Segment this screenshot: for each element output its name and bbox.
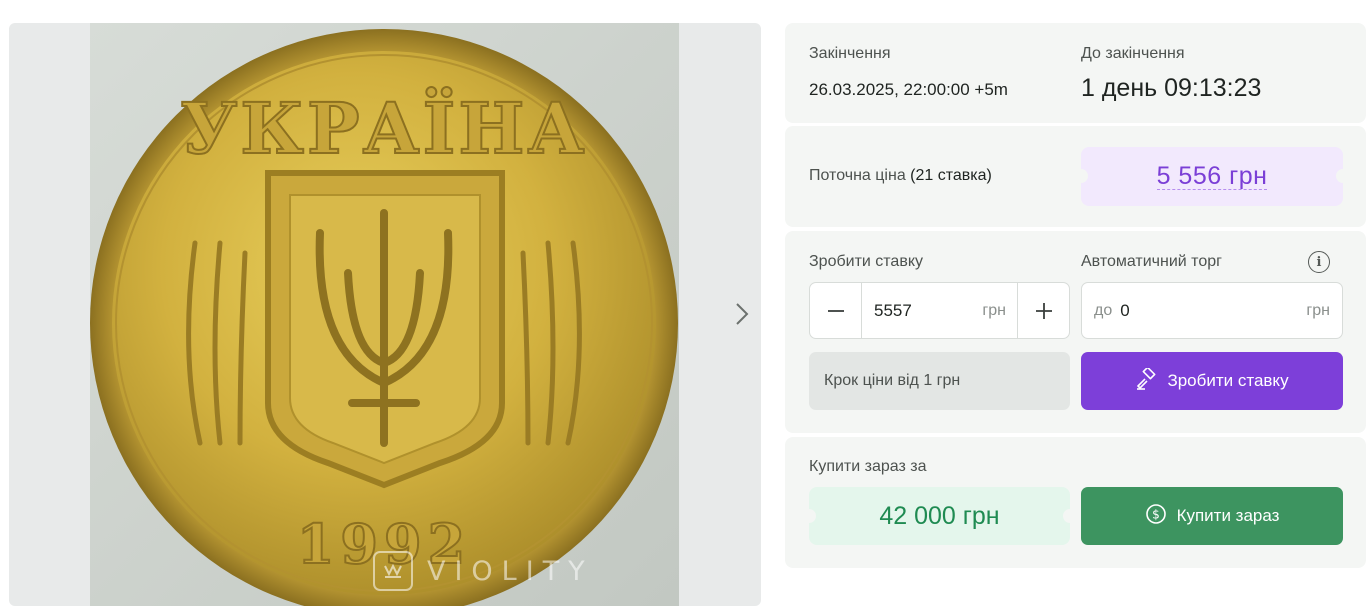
bids-count[interactable]: (21 ставка) xyxy=(910,167,992,184)
buy-now-panel: Купити зараз за 42 000 грн $ Купити зара… xyxy=(785,437,1366,568)
watermark-text: VIOLITY xyxy=(427,555,594,587)
image-gallery: УКРАЇНА 1992 VIOLITY xyxy=(9,23,761,606)
auto-bid-unit: грн xyxy=(1306,301,1330,319)
current-price-text: Поточна ціна xyxy=(809,167,906,184)
place-bid-label: Зробити ставку xyxy=(1167,371,1289,390)
bid-amount-value[interactable]: 5557 xyxy=(874,301,912,321)
bid-step-note: Крок ціни від 1 грн xyxy=(809,352,1070,410)
place-bid-button[interactable]: Зробити ставку xyxy=(1081,352,1343,410)
bid-panel: Зробити ставку Автоматичний торг i 5557 … xyxy=(785,231,1366,433)
current-price-panel: Поточна ціна (21 ставка) 5 556 грн xyxy=(785,126,1366,227)
remaining-label: До закінчення xyxy=(1081,45,1185,62)
info-icon[interactable]: i xyxy=(1308,251,1330,273)
coin-image: УКРАЇНА 1992 xyxy=(90,23,679,606)
coin-lettering: УКРАЇНА xyxy=(180,87,587,170)
bid-amount-input[interactable]: 5557 грн xyxy=(862,283,1017,338)
bid-amount-stepper: 5557 грн xyxy=(809,282,1070,339)
buy-now-button[interactable]: $ Купити зараз xyxy=(1081,487,1343,545)
minus-icon[interactable] xyxy=(810,283,862,338)
bid-amount-unit: грн xyxy=(982,301,1006,319)
auto-bid-prefix: до xyxy=(1094,301,1113,319)
coin-photo[interactable]: УКРАЇНА 1992 xyxy=(90,23,679,606)
current-price-value[interactable]: 5 556 грн xyxy=(1156,163,1268,190)
violity-logo-icon xyxy=(373,551,413,591)
end-datetime: 26.03.2025, 22:00:00 +5m xyxy=(809,80,1008,99)
auto-bid-input[interactable]: до 0 грн xyxy=(1081,282,1343,339)
plus-icon[interactable] xyxy=(1017,283,1069,338)
buy-now-price: 42 000 грн xyxy=(802,487,1077,545)
buy-now-button-label: Купити зараз xyxy=(1176,506,1280,525)
buy-now-label: Купити зараз за xyxy=(809,458,927,475)
auto-bid-label: Автоматичний торг xyxy=(1081,253,1222,270)
svg-text:$: $ xyxy=(1152,507,1160,521)
current-price-label: Поточна ціна (21 ставка) xyxy=(809,167,992,185)
current-price-ticket: 5 556 грн xyxy=(1074,147,1350,206)
dollar-coin-icon: $ xyxy=(1145,503,1167,530)
next-arrow-icon[interactable] xyxy=(729,301,755,327)
countdown-timer: 1 день 09:13:23 xyxy=(1081,74,1262,102)
end-time-panel: Закінчення 26.03.2025, 22:00:00 +5m До з… xyxy=(785,23,1366,123)
end-label: Закінчення xyxy=(809,45,891,62)
violity-watermark: VIOLITY xyxy=(373,550,594,592)
bid-label: Зробити ставку xyxy=(809,253,923,270)
auto-bid-value[interactable]: 0 xyxy=(1120,301,1306,321)
gavel-icon xyxy=(1135,366,1157,395)
